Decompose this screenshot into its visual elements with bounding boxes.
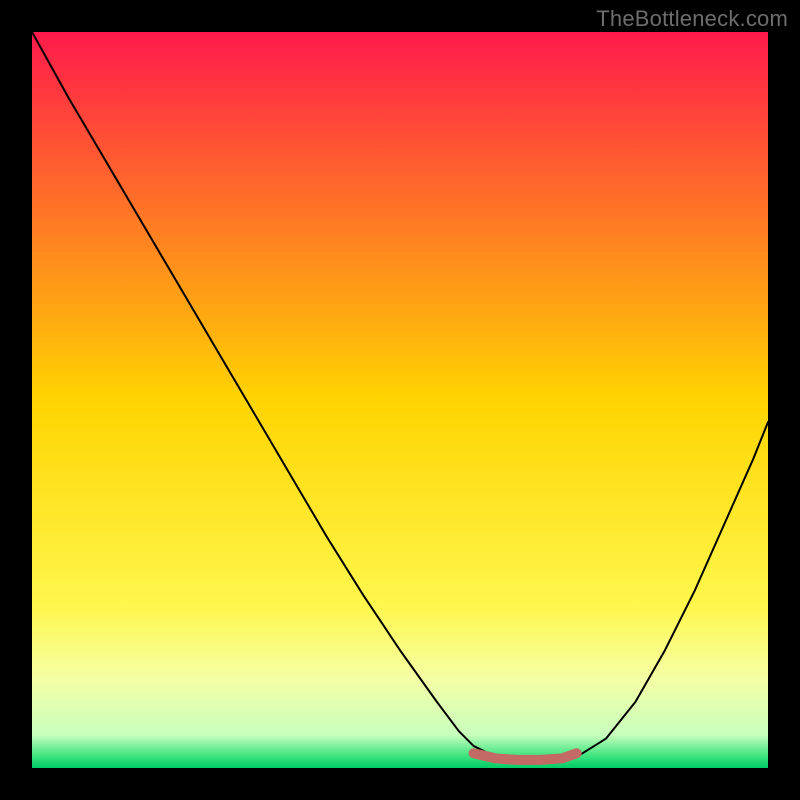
chart-frame: TheBottleneck.com bbox=[0, 0, 800, 800]
chart-svg bbox=[32, 32, 768, 768]
watermark-text: TheBottleneck.com bbox=[596, 6, 788, 32]
gradient-background bbox=[32, 32, 768, 768]
plot-area bbox=[32, 32, 768, 768]
